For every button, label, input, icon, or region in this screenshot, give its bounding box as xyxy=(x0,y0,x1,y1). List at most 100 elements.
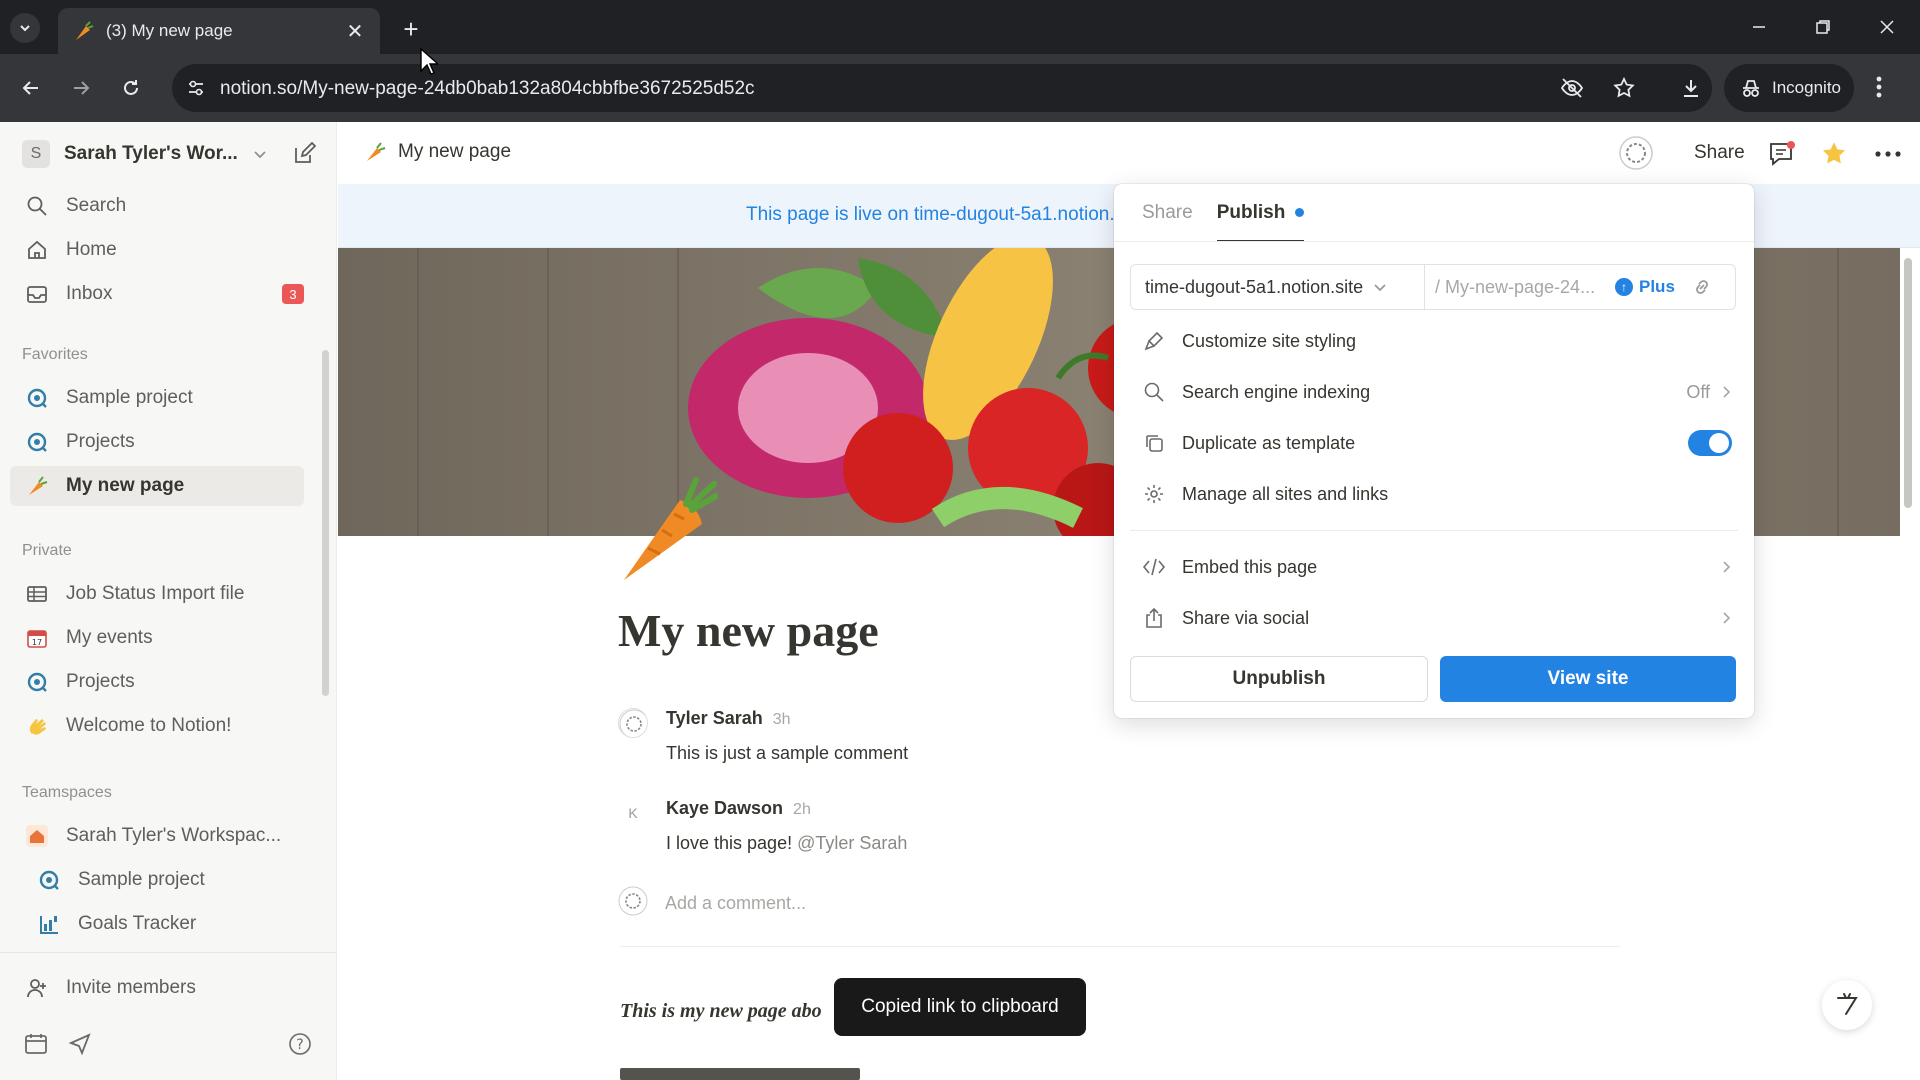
send-icon[interactable] xyxy=(68,1032,92,1056)
back-icon[interactable] xyxy=(16,73,46,103)
favorite-star-icon[interactable] xyxy=(1820,140,1848,168)
incognito-label: Incognito xyxy=(1772,78,1841,97)
indexing-value: Off xyxy=(1686,381,1710,402)
carrot-icon xyxy=(24,473,50,499)
ai-help-button[interactable] xyxy=(1822,980,1872,1030)
calendar-app-icon[interactable] xyxy=(24,1032,48,1056)
share-button[interactable]: Share xyxy=(1694,142,1745,164)
domain-text: time-dugout-5a1.notion.site xyxy=(1145,276,1364,297)
new-tab-button[interactable]: + xyxy=(396,14,426,44)
sidebar-item-job-status[interactable]: Job Status Import file xyxy=(10,574,304,614)
duplicate-template-toggle[interactable] xyxy=(1688,430,1732,456)
svg-text:17: 17 xyxy=(32,638,42,647)
link-icon[interactable] xyxy=(1691,276,1713,298)
share-out-icon xyxy=(1142,606,1166,630)
customize-site-styling[interactable]: Customize site styling xyxy=(1142,326,1732,356)
page-slug-input[interactable]: / My-new-page-24... xyxy=(1425,277,1615,298)
reload-icon[interactable] xyxy=(116,73,146,103)
sidebar-item-my-new-page[interactable]: My new page xyxy=(10,466,304,506)
content-divider xyxy=(620,946,1620,947)
favorites-heading: Favorites xyxy=(22,346,88,363)
private-heading: Private xyxy=(22,542,72,559)
browser-tab-active[interactable]: (3) My new page ✕ xyxy=(58,8,380,54)
sidebar-item-sample-project-team[interactable]: Sample project xyxy=(22,860,304,900)
project-icon xyxy=(24,669,50,695)
help-icon[interactable]: ? xyxy=(288,1032,312,1056)
breadcrumb[interactable]: My new page xyxy=(364,141,511,163)
comment-item: Tyler Sarah 3h This is just a sample comm… xyxy=(618,708,908,764)
tab-publish[interactable]: Publish xyxy=(1216,202,1305,242)
comment-author[interactable]: Tyler Sarah xyxy=(666,708,763,728)
site-url-field: time-dugout-5a1.notion.site / My-new-pag… xyxy=(1130,264,1736,310)
tab-share[interactable]: Share xyxy=(1142,202,1193,242)
embed-this-page[interactable]: Embed this page xyxy=(1142,552,1732,582)
sidebar-item-search[interactable]: Search xyxy=(10,186,304,226)
comment-author[interactable]: Kaye Dawson xyxy=(666,798,783,818)
sidebar-item-label: Goals Tracker xyxy=(78,913,197,934)
add-comment-input[interactable]: Add a comment... xyxy=(665,893,806,914)
avatar[interactable] xyxy=(1618,135,1654,171)
tab-search-button[interactable] xyxy=(10,13,40,43)
page-title[interactable]: My new page xyxy=(618,604,879,657)
minimize-icon[interactable] xyxy=(1746,14,1772,40)
sidebar-item-label: Welcome to Notion! xyxy=(66,715,232,736)
duplicate-icon xyxy=(1142,431,1166,455)
more-options-icon[interactable] xyxy=(1874,150,1902,158)
eye-off-icon[interactable] xyxy=(1560,76,1584,100)
sidebar-item-label: Job Status Import file xyxy=(66,583,245,604)
page-scrollbar[interactable] xyxy=(1904,258,1912,508)
goals-icon xyxy=(36,911,62,937)
site-settings-icon[interactable] xyxy=(186,78,206,98)
published-status-dot xyxy=(1295,208,1305,218)
sidebar-item-projects[interactable]: Projects xyxy=(10,422,304,462)
incognito-indicator[interactable]: Incognito xyxy=(1724,64,1854,112)
chevron-right-icon xyxy=(1723,386,1731,398)
comments-icon[interactable] xyxy=(1768,140,1796,168)
sidebar-item-home[interactable]: Home xyxy=(10,230,304,270)
workspace-switcher[interactable]: S Sarah Tyler's Wor... xyxy=(22,140,268,168)
page-icon-carrot[interactable] xyxy=(618,476,718,586)
new-page-icon[interactable] xyxy=(292,142,316,166)
comment-mention[interactable]: @Tyler Sarah xyxy=(797,833,907,853)
sidebar-item-label: Sample project xyxy=(78,869,205,890)
chevron-right-icon xyxy=(1723,561,1731,573)
search-engine-indexing[interactable]: Search engine indexing Off xyxy=(1142,377,1732,407)
sidebar-item-label: Sample project xyxy=(66,387,193,408)
close-window-icon[interactable] xyxy=(1874,14,1900,40)
comment-item: K Kaye Dawson 2h I love this page! @Tyler… xyxy=(618,798,907,854)
manage-sites-links[interactable]: Manage all sites and links xyxy=(1142,479,1732,509)
page-body-text[interactable]: This is my new page abo xyxy=(620,1000,822,1023)
comment-text: This is just a sample comment xyxy=(666,743,909,763)
tab-close-icon[interactable]: ✕ xyxy=(344,19,366,44)
sidebar-item-inbox[interactable]: Inbox 3 xyxy=(10,274,304,314)
brush-icon xyxy=(1142,329,1166,353)
project-icon xyxy=(24,429,50,455)
row-label: Manage all sites and links xyxy=(1182,483,1389,504)
sidebar-item-teamspace[interactable]: Sarah Tyler's Workspac... xyxy=(10,816,304,856)
view-site-button[interactable]: View site xyxy=(1440,656,1736,702)
star-outline-icon[interactable] xyxy=(1612,76,1636,100)
comment-time: 2h xyxy=(793,801,811,818)
invite-members-button[interactable]: Invite members xyxy=(10,968,304,1008)
forward-icon[interactable] xyxy=(66,73,96,103)
sidebar-item-my-events[interactable]: 17 My events xyxy=(10,618,304,658)
sidebar-item-goals-tracker[interactable]: Goals Tracker xyxy=(22,904,304,944)
domain-select[interactable]: time-dugout-5a1.notion.site xyxy=(1131,265,1425,309)
sidebar-item-sample-project[interactable]: Sample project xyxy=(10,378,304,418)
panel-divider xyxy=(1130,530,1738,531)
sidebar-item-welcome[interactable]: Welcome to Notion! xyxy=(10,706,304,746)
sidebar-item-projects-private[interactable]: Projects xyxy=(10,662,304,702)
download-icon[interactable] xyxy=(1676,73,1706,103)
address-bar[interactable]: notion.so/My-new-page-24db0bab132a804cbb… xyxy=(172,64,1712,112)
kebab-menu-icon[interactable] xyxy=(1876,76,1882,98)
tab-publish-label: Publish xyxy=(1216,202,1286,223)
sidebar-item-label: Projects xyxy=(66,431,135,452)
mouse-cursor-icon xyxy=(420,48,438,75)
restore-icon[interactable] xyxy=(1810,14,1836,40)
chevron-down-icon xyxy=(254,151,266,159)
share-via-social[interactable]: Share via social xyxy=(1142,603,1732,633)
code-icon xyxy=(1142,555,1166,579)
unpublish-button[interactable]: Unpublish xyxy=(1130,656,1428,702)
sidebar-scrollbar[interactable] xyxy=(322,350,329,696)
plus-plan-badge[interactable]: ↑ Plus xyxy=(1615,277,1675,297)
